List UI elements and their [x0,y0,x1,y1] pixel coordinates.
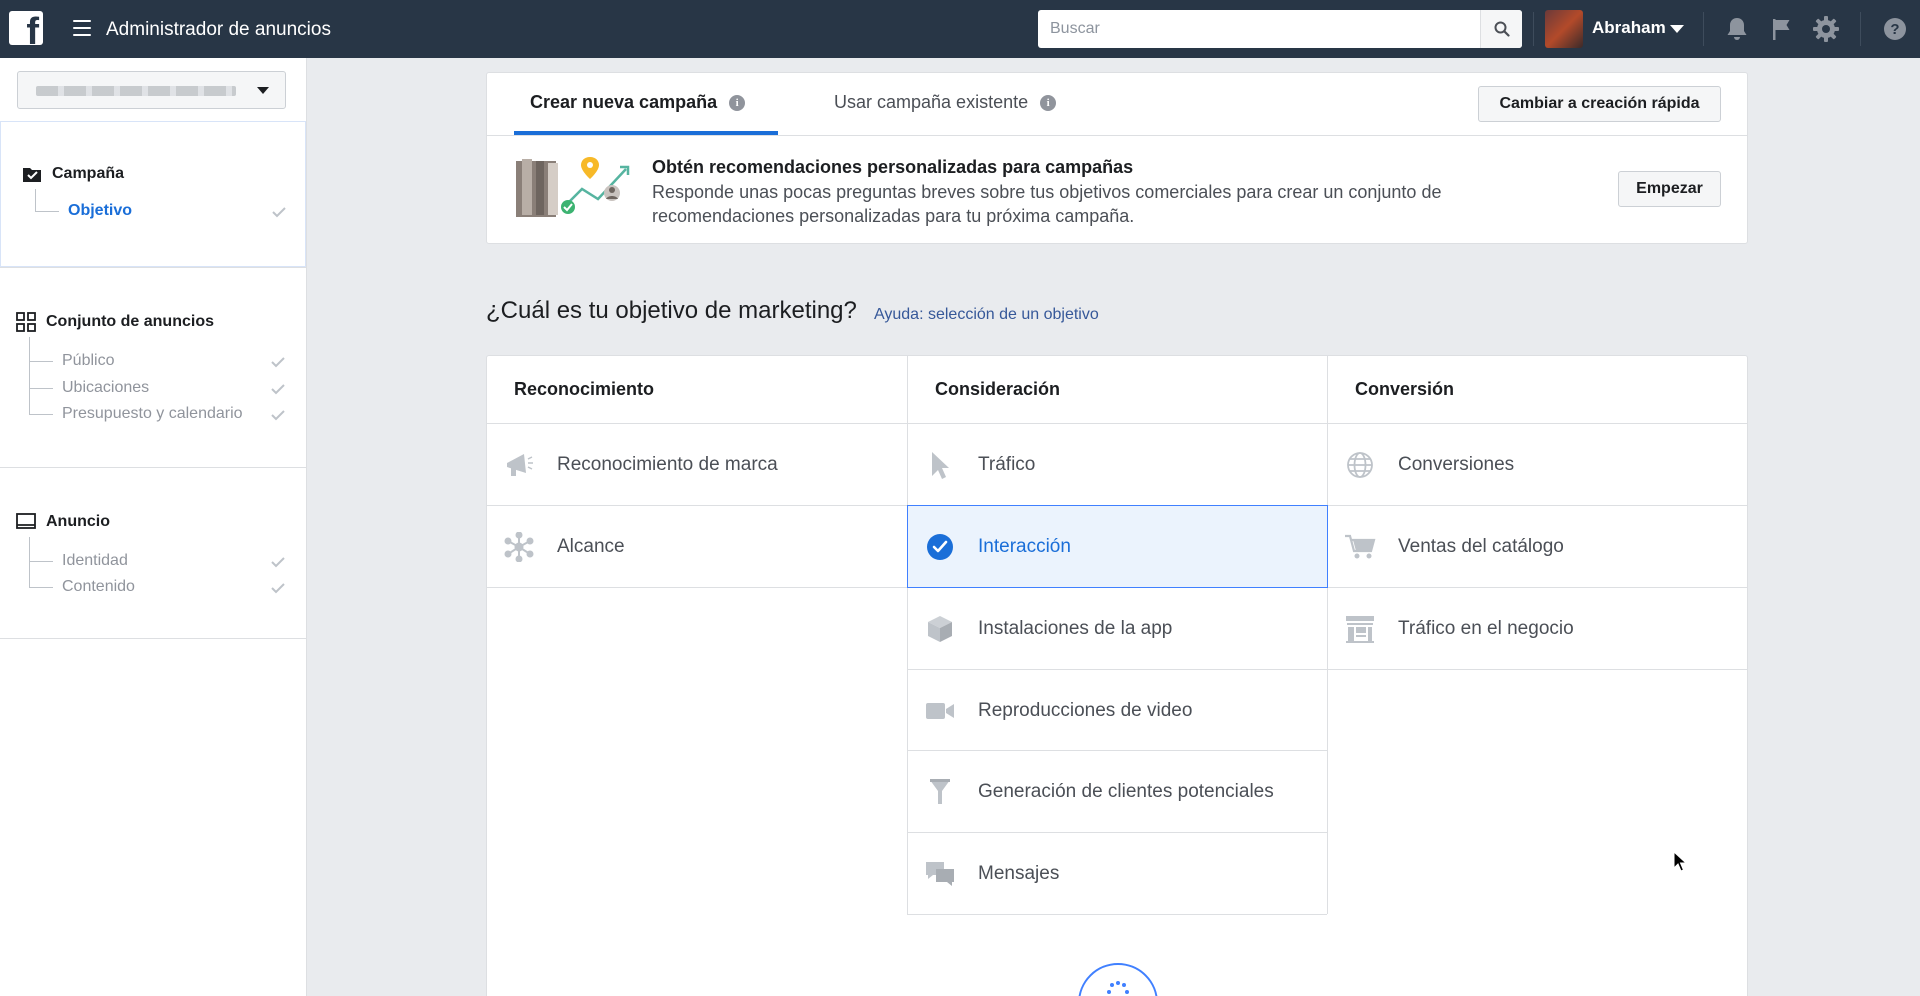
objective-catalog-sales[interactable]: Ventas del catálogo [1328,506,1747,587]
ad-monitor-icon [16,512,36,532]
divider [1860,12,1861,46]
sidebar-item-ubicaciones[interactable]: Ubicaciones [62,379,149,397]
avatar[interactable] [1545,10,1583,48]
chevron-down-icon [257,87,269,94]
adset-grid-icon [16,312,36,332]
svg-text:?: ? [1890,21,1899,38]
objective-traffic[interactable]: Tráfico [908,424,1327,505]
recommendation-illustration-icon [516,157,630,217]
flag-icon [1773,19,1790,40]
reach-network-icon [503,531,535,563]
active-tab-indicator [514,131,778,135]
help-icon: ? [1884,18,1906,40]
search-box [1038,10,1522,48]
column-heading-conversion: Conversión [1355,379,1455,399]
campaign-folder-icon [22,164,42,184]
mouse-cursor-icon [1673,851,1687,872]
chat-bubbles-icon [924,858,956,890]
search-input[interactable] [1038,10,1480,48]
sidebar-item-contenido[interactable]: Contenido [62,578,135,596]
sidebar-item-identidad[interactable]: Identidad [62,552,128,570]
objective-conversions[interactable]: Conversiones [1328,424,1747,505]
sidebar-heading-campaign[interactable]: Campaña [22,164,124,184]
menu-icon[interactable] [73,20,91,36]
top-bar: f Administrador de anuncios Abraham ? [0,0,1920,58]
megaphone-icon [503,449,535,481]
sidebar-section-campaign: Campaña Objetivo [0,121,306,267]
check-icon [271,384,285,395]
check-icon [271,357,285,368]
app-title: Administrador de anuncios [106,19,331,40]
objective-app-installs[interactable]: Instalaciones de la app [908,588,1327,669]
check-icon [271,557,285,568]
tab-create-new[interactable]: Crear nueva campaña i [530,92,746,113]
video-camera-icon [924,695,956,727]
recommendation-description: Responde unas pocas preguntas breves sob… [652,182,1442,226]
column-heading-consideration: Consideración [935,379,1061,399]
check-icon [272,207,286,218]
switch-quick-creation-button[interactable]: Cambiar a creación rápida [1478,86,1721,122]
dots-icon [1107,981,1129,994]
check-icon [271,410,285,421]
sidebar: Campaña Objetivo Conjunto de anuncios Pú… [0,58,307,996]
objective-reach[interactable]: Alcance [487,506,907,587]
objective-brand-awareness[interactable]: Reconocimiento de marca [487,424,907,505]
objectives-grid: Reconocimiento Consideración Conversión … [486,355,1748,996]
sidebar-item-objetivo[interactable]: Objetivo [68,202,132,220]
search-icon [1494,21,1510,37]
sidebar-heading-adset[interactable]: Conjunto de anuncios [16,312,214,332]
objective-store-traffic[interactable]: Tráfico en el negocio [1328,588,1747,669]
sidebar-heading-ad[interactable]: Anuncio [16,512,110,532]
start-button[interactable]: Empezar [1618,171,1721,207]
help-link[interactable]: Ayuda: selección de un objetivo [874,306,1099,324]
recommendation-title: Obtén recomendaciones personalizadas par… [652,157,1134,177]
gear-icon [1813,16,1839,42]
cursor-pointer-icon [924,449,956,481]
search-button[interactable] [1480,10,1522,48]
flag-button[interactable] [1767,14,1797,44]
store-icon [1344,613,1376,645]
shopping-cart-icon [1344,531,1376,563]
objective-lead-generation[interactable]: Generación de clientes potenciales [908,751,1327,832]
more-options-button[interactable] [1078,963,1158,996]
funnel-icon [924,776,956,808]
help-button[interactable]: ? [1880,14,1910,44]
tab-use-existing[interactable]: Usar campaña existente i [834,92,1057,113]
bell-icon [1727,18,1747,40]
sidebar-section-adset: Conjunto de anuncios Público Ubicaciones… [0,267,306,467]
info-icon[interactable]: i [729,94,746,111]
column-heading-awareness: Reconocimiento [514,379,655,399]
chevron-down-icon[interactable] [1670,25,1684,33]
campaign-card: Crear nueva campaña i Usar campaña exist… [486,72,1748,244]
facebook-logo-icon[interactable]: f [9,11,43,45]
campaign-tabs: Crear nueva campaña i Usar campaña exist… [487,73,1747,136]
sidebar-item-presupuesto[interactable]: Presupuesto y calendario [62,405,243,423]
account-selector[interactable] [17,71,286,109]
marketing-objective-question: ¿Cuál es tu objetivo de marketing? [486,297,857,324]
notifications-button[interactable] [1722,14,1752,44]
settings-button[interactable] [1811,14,1841,44]
objective-engagement[interactable]: Interacción [907,505,1328,588]
objective-messages[interactable]: Mensajes [908,833,1327,914]
objective-video-views[interactable]: Reproducciones de video [908,670,1327,751]
globe-icon [1344,449,1376,481]
check-circle-icon [924,531,956,563]
divider [1703,12,1704,46]
info-icon[interactable]: i [1040,94,1057,111]
box-icon [924,613,956,645]
divider [1533,12,1534,46]
account-name-blurred [36,86,236,96]
sidebar-item-publico[interactable]: Público [62,352,114,370]
user-name[interactable]: Abraham [1592,18,1666,38]
check-icon [271,583,285,594]
sidebar-section-ad: Anuncio Identidad Contenido [0,467,306,639]
